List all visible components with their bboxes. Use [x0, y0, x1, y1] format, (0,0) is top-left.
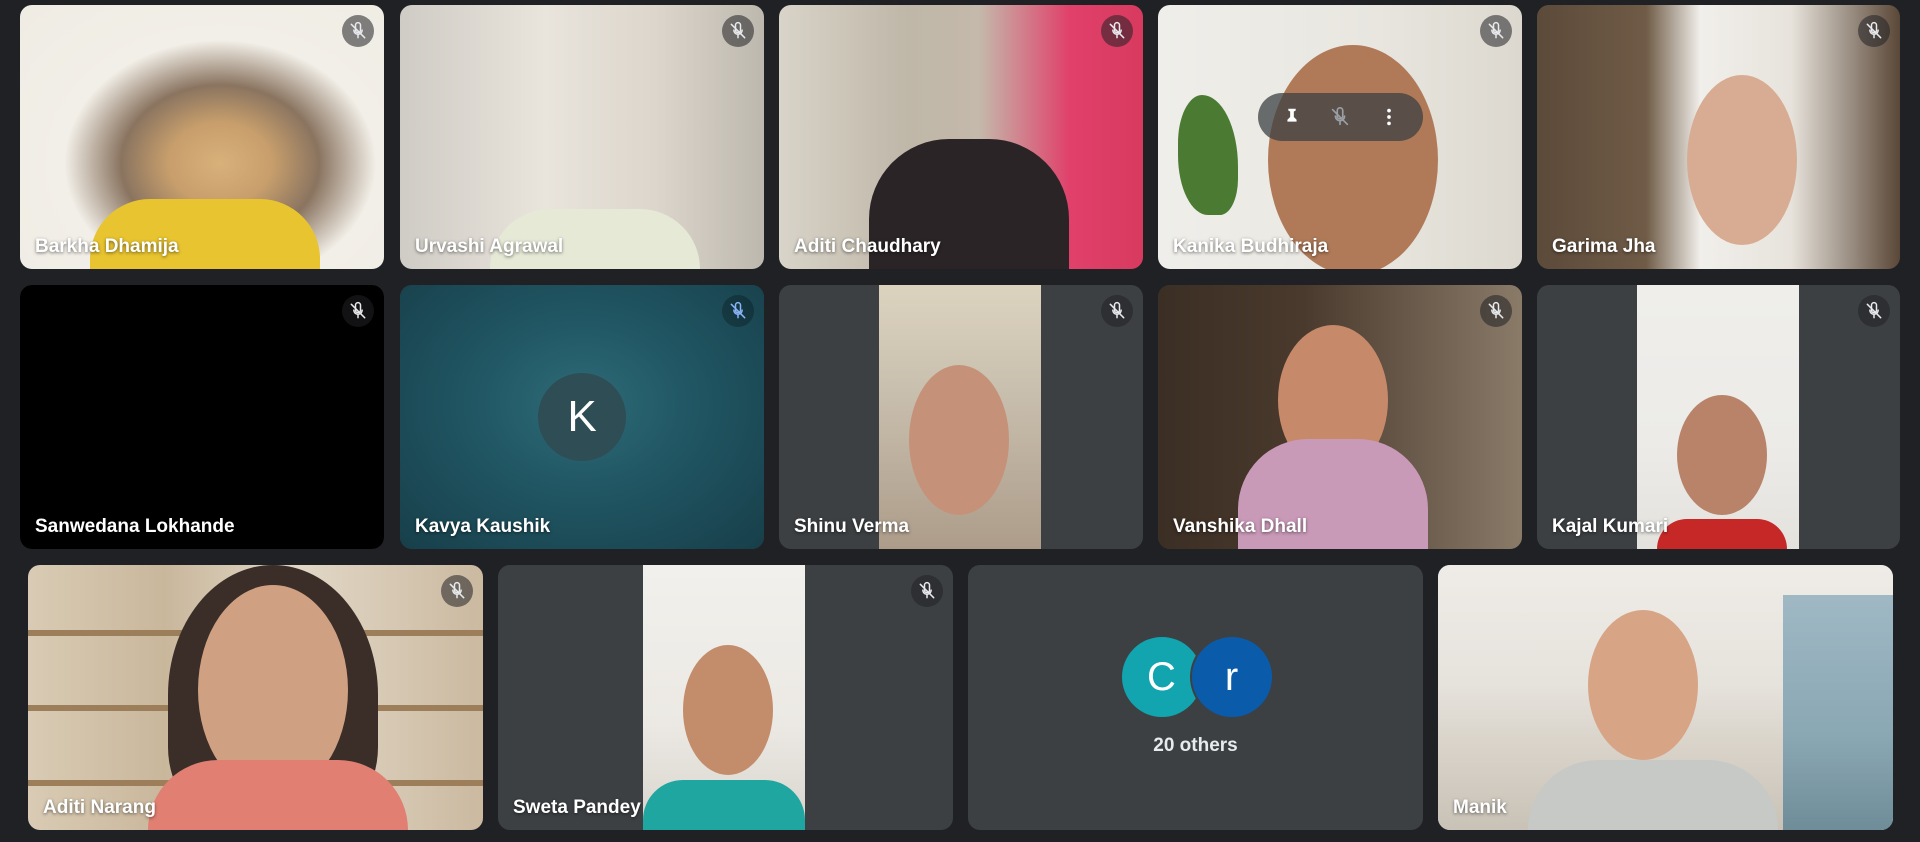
- others-avatars: C r: [1119, 635, 1274, 719]
- mic-off-icon: [1858, 15, 1890, 47]
- participant-tile-kanika[interactable]: Kanika Budhiraja: [1158, 5, 1522, 269]
- mic-off-icon: [911, 575, 943, 607]
- participant-tile-kavya[interactable]: K Kavya Kaushik: [400, 285, 764, 549]
- tile-hover-controls: [1258, 93, 1423, 141]
- video-feed: [20, 285, 384, 549]
- avatar: r: [1189, 635, 1274, 719]
- video-feed: [1637, 285, 1799, 549]
- video-feed: [28, 565, 483, 830]
- participant-name: Kanika Budhiraja: [1173, 236, 1329, 257]
- participant-tile-sanwedana[interactable]: Sanwedana Lokhande: [20, 285, 384, 549]
- participant-name: Manik: [1453, 797, 1507, 818]
- mute-icon[interactable]: [1322, 99, 1358, 135]
- participant-name: Shinu Verma: [794, 516, 910, 537]
- participant-tile-shinu[interactable]: Shinu Verma: [779, 285, 1143, 549]
- participant-name: Urvashi Agrawal: [415, 236, 564, 257]
- mic-off-icon: [342, 15, 374, 47]
- participant-name: Vanshika Dhall: [1173, 516, 1308, 537]
- participant-name: Aditi Chaudhary: [794, 236, 941, 257]
- video-feed: [1158, 285, 1522, 549]
- mic-off-icon: [722, 15, 754, 47]
- video-feed: [20, 5, 384, 269]
- participant-name: Aditi Narang: [43, 797, 156, 818]
- participant-tile-kajal[interactable]: Kajal Kumari: [1537, 285, 1900, 549]
- mic-off-icon: [1101, 295, 1133, 327]
- video-feed: [643, 565, 805, 830]
- video-feed: [879, 285, 1041, 549]
- video-feed: [1537, 5, 1900, 269]
- video-feed: [779, 5, 1143, 269]
- mic-off-icon: [1480, 295, 1512, 327]
- participant-tile-barkha[interactable]: Barkha Dhamija: [20, 5, 384, 269]
- participant-tile-aditi-narang[interactable]: Aditi Narang: [28, 565, 483, 830]
- participant-name: Kavya Kaushik: [415, 516, 551, 537]
- mic-off-icon: [342, 295, 374, 327]
- video-feed: [400, 5, 764, 269]
- participant-tile-aditi-chaudhary[interactable]: Aditi Chaudhary: [779, 5, 1143, 269]
- participant-tile-self[interactable]: Manik: [1438, 565, 1893, 830]
- video-feed: [1438, 565, 1893, 830]
- participant-name: Kajal Kumari: [1552, 516, 1669, 537]
- participant-tile-urvashi[interactable]: Urvashi Agrawal: [400, 5, 764, 269]
- mic-off-icon: [1480, 15, 1512, 47]
- others-tile[interactable]: C r 20 others: [968, 565, 1423, 830]
- participant-tile-garima[interactable]: Garima Jha: [1537, 5, 1900, 269]
- participant-tile-vanshika[interactable]: Vanshika Dhall: [1158, 285, 1522, 549]
- participant-name: Sanwedana Lokhande: [35, 516, 235, 537]
- participant-tile-sweta[interactable]: Sweta Pandey: [498, 565, 953, 830]
- participant-name: Sweta Pandey: [513, 797, 641, 818]
- avatar: K: [538, 373, 626, 461]
- participant-name: Barkha Dhamija: [35, 236, 179, 257]
- mic-off-icon: [1858, 295, 1890, 327]
- mic-off-icon: [1101, 15, 1133, 47]
- participant-name: Garima Jha: [1552, 236, 1656, 257]
- others-count-label: 20 others: [1153, 735, 1238, 756]
- mic-off-icon: [441, 575, 473, 607]
- participant-grid: Barkha Dhamija Urvashi Agrawal Aditi Cha…: [0, 0, 1920, 842]
- pin-icon[interactable]: [1274, 99, 1310, 135]
- mic-off-icon: [722, 295, 754, 327]
- more-options-icon[interactable]: [1371, 99, 1407, 135]
